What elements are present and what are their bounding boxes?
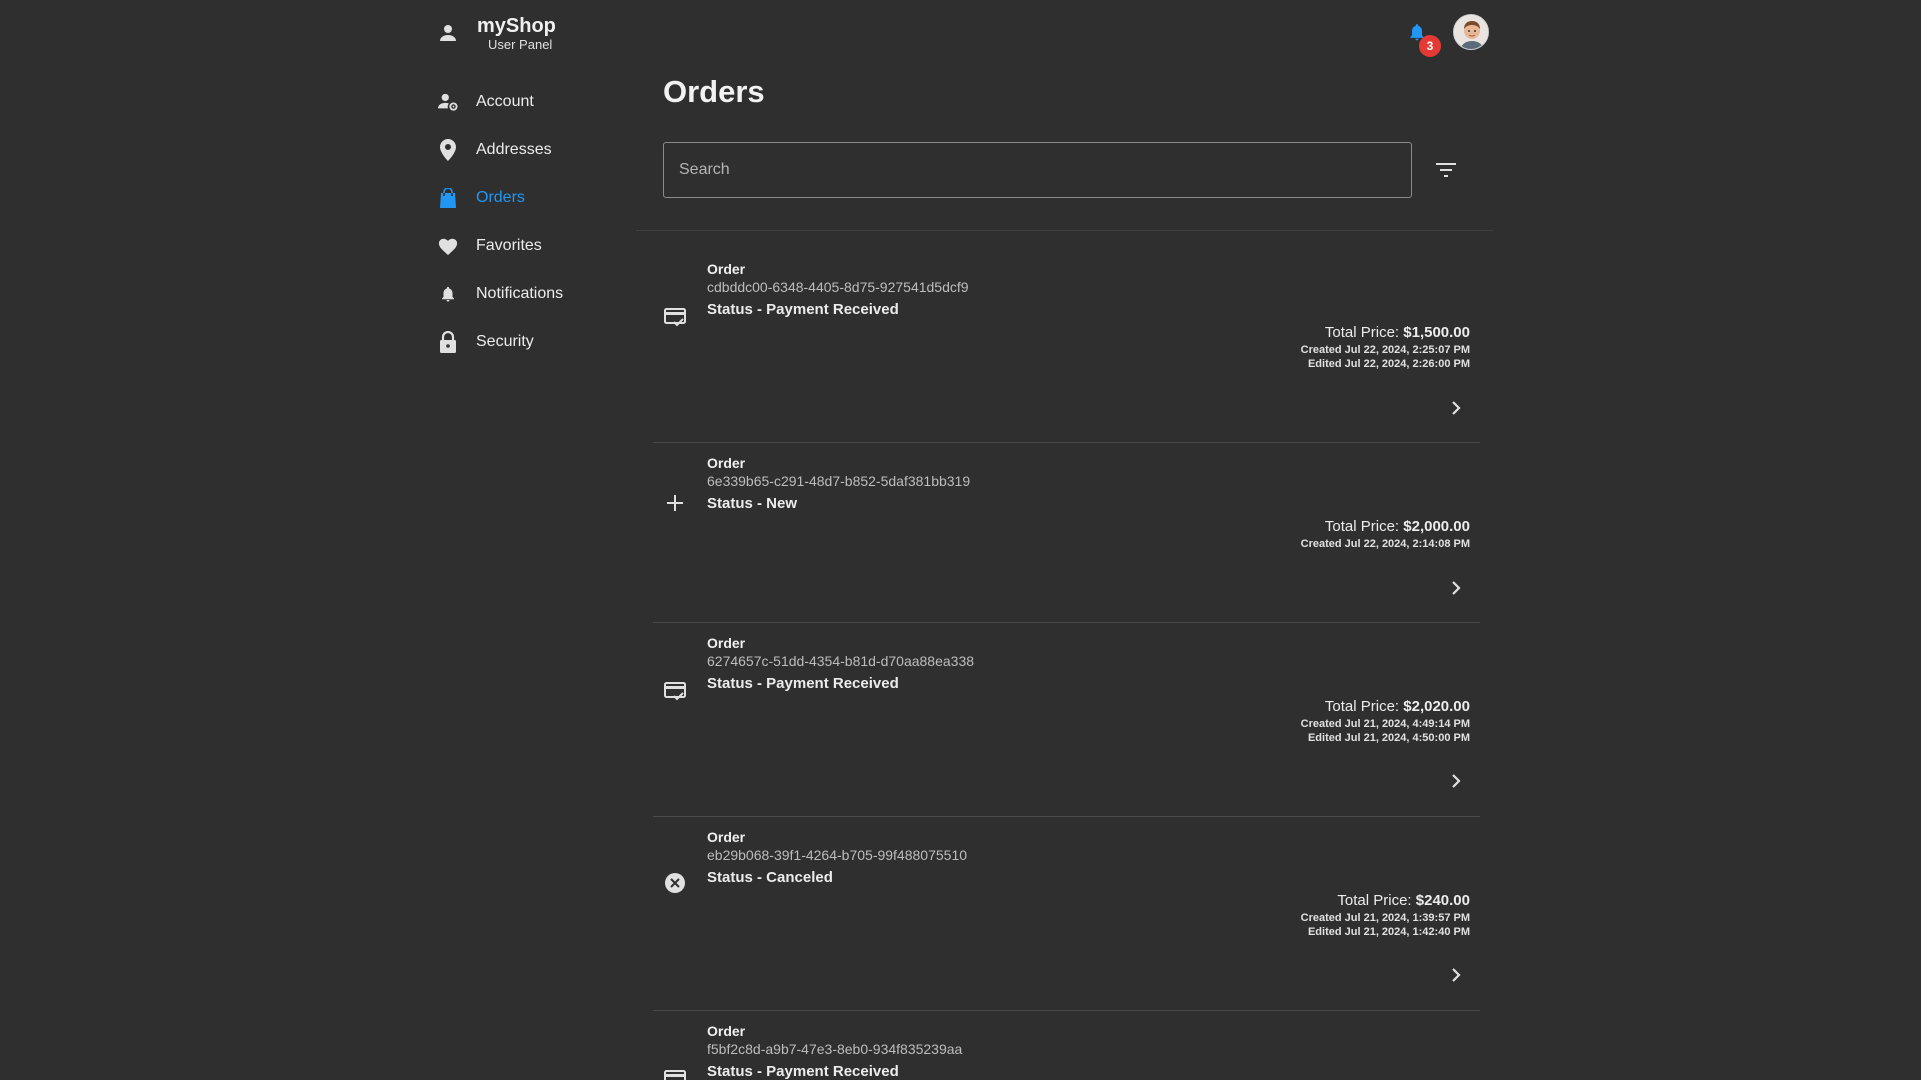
order-info: Order cdbddc00-6348-4405-8d75-927541d5dc… [707,261,969,321]
order-edited: Edited Jul 21, 2024, 1:42:40 PM [1307,926,1470,938]
app-title: myShop [477,15,556,37]
orders-list: Order cdbddc00-6348-4405-8d75-927541d5dc… [653,231,1480,1080]
price-label: Total Price: [1324,518,1404,535]
chevron-right-icon[interactable] [1444,963,1468,987]
sidebar-item-label: Account [476,93,534,110]
filter-button[interactable] [1432,156,1460,184]
cancel-circle-icon [663,871,687,895]
order-item[interactable]: Order 6e339b65-c291-48d7-b852-5daf381bb3… [653,443,1480,623]
order-info: Order f5bf2c8d-a9b7-47e3-8eb0-934f835239… [707,1023,962,1080]
notification-badge: 3 [1419,35,1441,57]
order-item[interactable]: Order eb29b068-39f1-4264-b705-99f4880755… [653,817,1480,1011]
chevron-right-icon[interactable] [1444,396,1468,420]
order-total-price: Total Price: $2,000.00 [1301,517,1470,537]
user-icon [436,21,460,45]
order-id: f5bf2c8d-a9b7-47e3-8eb0-934f835239aa [707,1041,963,1057]
app-subtitle: User Panel [488,37,553,52]
bell-icon [436,282,460,306]
avatar[interactable] [1453,14,1489,50]
card-check-icon [663,679,687,703]
price-value: $240.00 [1415,892,1470,909]
chevron-right-icon[interactable] [1444,769,1468,793]
order-created: Created Jul 22, 2024, 2:14:08 PM [1300,538,1470,550]
order-summary: Total Price: $2,020.00 Created Jul 21, 2… [1301,697,1470,745]
lock-icon [436,330,460,354]
price-label: Total Price: [1337,892,1416,909]
card-check-icon [663,305,687,329]
brand: myShop User Panel [436,14,556,52]
heart-icon [436,234,460,258]
order-label: Order [707,829,746,845]
order-created: Created Jul 21, 2024, 1:39:57 PM [1300,912,1470,924]
chevron-right-icon[interactable] [1444,576,1468,600]
order-label: Order [707,261,746,277]
order-id: eb29b068-39f1-4264-b705-99f488075510 [707,847,968,863]
plus-icon [663,491,687,515]
sidebar: Account Addresses Orders Favorites Notif… [436,78,636,366]
sidebar-item-security[interactable]: Security [436,318,636,366]
avatar-face-icon [1454,15,1488,49]
order-item[interactable]: Order 6274657c-51dd-4354-b81d-d70aa88ea3… [653,623,1480,817]
order-edited: Edited Jul 21, 2024, 4:50:00 PM [1307,732,1470,744]
order-created: Created Jul 22, 2024, 2:25:07 PM [1300,344,1470,356]
order-label: Order [707,1023,746,1039]
map-pin-icon [436,138,460,162]
order-item[interactable]: Order cdbddc00-6348-4405-8d75-927541d5dc… [653,231,1480,443]
order-id: 6274657c-51dd-4354-b81d-d70aa88ea338 [707,653,975,669]
price-label: Total Price: [1324,324,1404,341]
order-created: Created Jul 21, 2024, 4:49:14 PM [1300,718,1470,730]
account-gear-icon [436,90,460,114]
order-info: Order 6e339b65-c291-48d7-b852-5daf381bb3… [707,455,970,515]
notifications-button[interactable]: 3 [1405,17,1441,57]
order-summary: Total Price: $2,000.00 Created Jul 22, 2… [1301,517,1470,551]
sidebar-item-account[interactable]: Account [436,78,636,126]
sidebar-item-label: Notifications [476,285,564,302]
order-total-price: Total Price: $240.00 [1301,891,1470,911]
order-id: cdbddc00-6348-4405-8d75-927541d5dcf9 [707,279,969,295]
order-status: Status - Payment Received [707,1063,899,1080]
order-status: Status - New [707,495,798,512]
price-value: $2,020.00 [1403,698,1470,715]
sidebar-item-label: Orders [476,189,525,206]
order-status: Status - Canceled [707,869,833,886]
card-check-icon [663,1067,687,1080]
sidebar-item-label: Security [476,333,534,350]
price-value: $2,000.00 [1403,518,1470,535]
search-input[interactable] [663,142,1412,198]
filter-icon [1436,163,1456,177]
price-value: $1,500.00 [1403,324,1470,341]
order-summary: Total Price: $1,500.00 Created Jul 22, 2… [1301,323,1470,371]
shopping-bag-icon [436,186,460,210]
order-id: 6e339b65-c291-48d7-b852-5daf381bb319 [707,473,971,489]
sidebar-item-notifications[interactable]: Notifications [436,270,636,318]
sidebar-item-label: Addresses [476,141,552,158]
order-info: Order 6274657c-51dd-4354-b81d-d70aa88ea3… [707,635,974,695]
order-status: Status - Payment Received [707,675,899,692]
order-summary: Total Price: $240.00 Created Jul 21, 202… [1301,891,1470,939]
sidebar-item-label: Favorites [476,237,542,254]
order-status: Status - Payment Received [707,301,899,318]
price-label: Total Price: [1324,698,1404,715]
page-title: Orders [663,74,765,109]
order-total-price: Total Price: $2,020.00 [1301,697,1470,717]
order-label: Order [707,635,746,651]
order-label: Order [707,455,746,471]
order-total-price: Total Price: $1,500.00 [1301,323,1470,343]
sidebar-item-addresses[interactable]: Addresses [436,126,636,174]
sidebar-item-orders[interactable]: Orders [436,174,636,222]
top-actions: 3 [1405,14,1489,57]
order-item[interactable]: Order f5bf2c8d-a9b7-47e3-8eb0-934f835239… [653,1011,1480,1080]
order-edited: Edited Jul 22, 2024, 2:26:00 PM [1307,358,1470,370]
order-info: Order eb29b068-39f1-4264-b705-99f4880755… [707,829,967,889]
sidebar-item-favorites[interactable]: Favorites [436,222,636,270]
